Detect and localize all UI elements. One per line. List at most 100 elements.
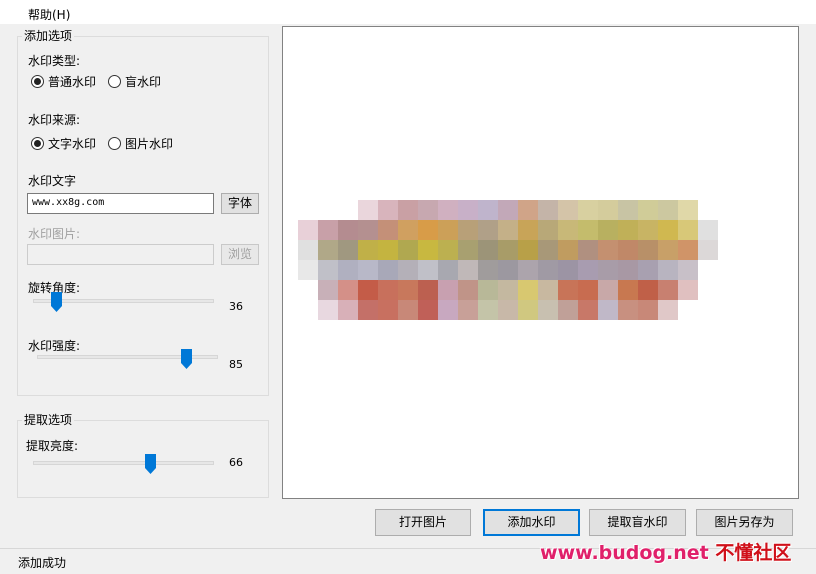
mosaic-tile xyxy=(638,240,658,260)
mosaic-tile xyxy=(698,200,718,220)
mosaic-tile xyxy=(318,220,338,240)
mosaic-tile xyxy=(418,260,438,280)
mosaic-tile xyxy=(498,280,518,300)
mosaic-tile xyxy=(358,280,378,300)
mosaic-tile xyxy=(518,240,538,260)
mosaic-tile xyxy=(698,280,718,300)
radio-blind-label: 盲水印 xyxy=(125,75,162,89)
radio-normal-label: 普通水印 xyxy=(48,75,97,89)
mosaic-tile xyxy=(378,200,398,220)
font-button[interactable]: 字体 xyxy=(221,193,259,214)
radio-checked-icon xyxy=(31,137,44,150)
mosaic-tile xyxy=(598,280,618,300)
mosaic-tile xyxy=(438,260,458,280)
mosaic-tile xyxy=(458,220,478,240)
mosaic-tile xyxy=(358,220,378,240)
mosaic-tile xyxy=(518,220,538,240)
radio-text-watermark[interactable]: 文字水印 xyxy=(31,135,96,152)
watermark-image-input[interactable] xyxy=(27,244,214,265)
mosaic-tile xyxy=(598,300,618,320)
mosaic-tile xyxy=(578,240,598,260)
mosaic-tile xyxy=(298,240,318,260)
mosaic-tile xyxy=(358,240,378,260)
mosaic-tile xyxy=(398,300,418,320)
mosaic-tile xyxy=(518,200,538,220)
mosaic-tile xyxy=(378,260,398,280)
radio-normal-watermark[interactable]: 普通水印 xyxy=(31,73,96,90)
mosaic-tile xyxy=(538,300,558,320)
mosaic-tile xyxy=(438,280,458,300)
extract-blind-watermark-button[interactable]: 提取盲水印 xyxy=(589,509,686,536)
mosaic-tile xyxy=(618,260,638,280)
image-preview xyxy=(282,26,799,499)
radio-text-label: 文字水印 xyxy=(48,137,97,151)
mosaic-tile xyxy=(478,220,498,240)
brightness-slider-track[interactable] xyxy=(33,461,214,465)
mosaic-tile xyxy=(338,220,358,240)
watermark-text-input[interactable]: www.xx8g.com xyxy=(27,193,214,214)
pixelated-image xyxy=(298,200,738,320)
mosaic-tile xyxy=(598,220,618,240)
mosaic-tile xyxy=(638,220,658,240)
mosaic-tile xyxy=(478,300,498,320)
status-text: 添加成功 xyxy=(18,556,67,570)
watermark-text-label: 水印文字 xyxy=(28,174,77,188)
browse-button[interactable]: 浏览 xyxy=(221,244,259,265)
mosaic-tile xyxy=(558,260,578,280)
mosaic-tile xyxy=(678,220,698,240)
watermark-source-label: 水印来源: xyxy=(28,113,81,127)
mosaic-tile xyxy=(338,300,358,320)
site-watermark: www.budog.net 不懂社区 xyxy=(540,538,791,565)
radio-blind-watermark[interactable]: 盲水印 xyxy=(108,73,161,90)
mosaic-tile xyxy=(698,220,718,240)
mosaic-tile xyxy=(698,260,718,280)
mosaic-tile xyxy=(418,240,438,260)
site-watermark-name: 不懂社区 xyxy=(715,542,792,564)
mosaic-tile xyxy=(398,220,418,240)
mosaic-tile xyxy=(618,240,638,260)
mosaic-tile xyxy=(478,280,498,300)
mosaic-tile xyxy=(298,300,318,320)
mosaic-tile xyxy=(558,300,578,320)
strength-slider-thumb[interactable] xyxy=(181,349,192,369)
watermark-type-label: 水印类型: xyxy=(28,54,81,68)
mosaic-tile xyxy=(398,200,418,220)
mosaic-tile xyxy=(438,200,458,220)
mosaic-tile xyxy=(418,200,438,220)
mosaic-tile xyxy=(318,300,338,320)
rotation-slider-thumb[interactable] xyxy=(51,292,62,312)
mosaic-tile xyxy=(378,280,398,300)
mosaic-tile xyxy=(378,240,398,260)
mosaic-tile xyxy=(298,260,318,280)
mosaic-tile xyxy=(338,280,358,300)
mosaic-tile xyxy=(638,280,658,300)
mosaic-tile xyxy=(498,260,518,280)
mosaic-tile xyxy=(718,300,738,320)
radio-checked-icon xyxy=(31,75,44,88)
mosaic-tile xyxy=(338,200,358,220)
mosaic-tile xyxy=(318,280,338,300)
add-options-title: 添加选项 xyxy=(22,27,75,44)
mosaic-tile xyxy=(458,240,478,260)
brightness-slider-thumb[interactable] xyxy=(145,454,156,474)
mosaic-tile xyxy=(438,240,458,260)
add-watermark-button[interactable]: 添加水印 xyxy=(483,509,580,536)
mosaic-tile xyxy=(678,300,698,320)
site-watermark-url: www.budog.net xyxy=(540,542,709,564)
mosaic-tile xyxy=(558,200,578,220)
mosaic-tile xyxy=(378,220,398,240)
mosaic-tile xyxy=(538,280,558,300)
mosaic-tile xyxy=(478,200,498,220)
mosaic-tile xyxy=(478,260,498,280)
mosaic-tile xyxy=(338,260,358,280)
open-image-button[interactable]: 打开图片 xyxy=(375,509,471,536)
mosaic-tile xyxy=(638,260,658,280)
mosaic-tile xyxy=(678,280,698,300)
save-image-as-button[interactable]: 图片另存为 xyxy=(696,509,793,536)
mosaic-tile xyxy=(418,220,438,240)
mosaic-tile xyxy=(538,220,558,240)
radio-image-watermark[interactable]: 图片水印 xyxy=(108,135,173,152)
menu-help[interactable]: 帮助(H) xyxy=(28,6,70,23)
mosaic-tile xyxy=(718,280,738,300)
mosaic-tile xyxy=(518,260,538,280)
